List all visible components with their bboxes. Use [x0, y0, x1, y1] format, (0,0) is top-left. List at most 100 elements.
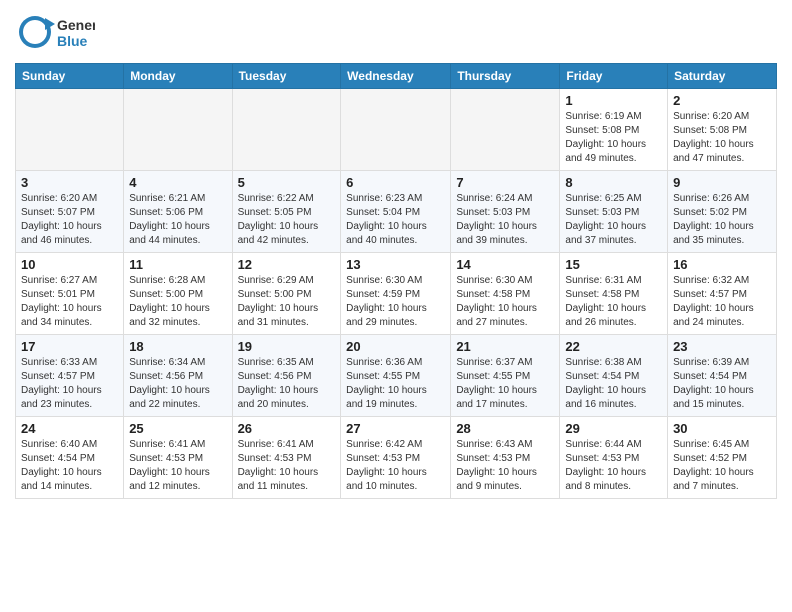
calendar-cell: 22Sunrise: 6:38 AM Sunset: 4:54 PM Dayli… — [560, 335, 668, 417]
calendar-week-5: 24 Sunrise: 6:40 AM Sunset: 4:54 PM Dayli… — [16, 417, 777, 499]
day-number: 5 — [238, 175, 336, 190]
calendar-cell — [124, 89, 232, 171]
day-info: Sunrise: 6:20 AM Sunset: 5:08 PM Dayligh… — [673, 110, 771, 166]
calendar-cell: 13 Sunrise: 6:30 AM Sunset: 4:59 PM Dayli… — [341, 253, 451, 335]
calendar-cell: 12Sunrise: 6:29 AM Sunset: 5:00 PM Dayli… — [232, 253, 341, 335]
calendar-cell: 28Sunrise: 6:43 AM Sunset: 4:53 PM Dayli… — [451, 417, 560, 499]
day-info: Sunrise: 6:22 AM Sunset: 5:05 PM Dayligh… — [238, 192, 336, 248]
calendar: SundayMondayTuesdayWednesdayThursdayFrid… — [15, 63, 777, 499]
day-info: Sunrise: 6:20 AM Sunset: 5:07 PM Dayligh… — [21, 192, 118, 248]
day-number: 17 — [21, 339, 118, 354]
calendar-cell: 17 Sunrise: 6:33 AM Sunset: 4:57 PM Dayli… — [16, 335, 124, 417]
calendar-cell: 3 Sunrise: 6:20 AM Sunset: 5:07 PM Daylig… — [16, 171, 124, 253]
day-info: Sunrise: 6:36 AM Sunset: 4:55 PM Dayligh… — [346, 356, 445, 412]
day-number: 4 — [129, 175, 226, 190]
calendar-cell — [341, 89, 451, 171]
calendar-cell: 21 Sunrise: 6:37 AM Sunset: 4:55 PM Dayli… — [451, 335, 560, 417]
calendar-cell: 16 Sunrise: 6:32 AM Sunset: 4:57 PM Dayli… — [668, 253, 777, 335]
calendar-cell: 11 Sunrise: 6:28 AM Sunset: 5:00 PM Dayli… — [124, 253, 232, 335]
calendar-cell: 9 Sunrise: 6:26 AM Sunset: 5:02 PM Daylig… — [668, 171, 777, 253]
calendar-cell: 19Sunrise: 6:35 AM Sunset: 4:56 PM Dayli… — [232, 335, 341, 417]
day-number: 21 — [456, 339, 554, 354]
day-info: Sunrise: 6:44 AM Sunset: 4:53 PM Dayligh… — [565, 438, 662, 494]
calendar-cell: 2 Sunrise: 6:20 AM Sunset: 5:08 PM Daylig… — [668, 89, 777, 171]
day-number: 3 — [21, 175, 118, 190]
calendar-cell: 26 Sunrise: 6:41 AM Sunset: 4:53 PM Dayli… — [232, 417, 341, 499]
day-number: 30 — [673, 421, 771, 436]
day-info: Sunrise: 6:37 AM Sunset: 4:55 PM Dayligh… — [456, 356, 554, 412]
day-info: Sunrise: 6:31 AM Sunset: 4:58 PM Dayligh… — [565, 274, 662, 330]
calendar-week-3: 10Sunrise: 6:27 AM Sunset: 5:01 PM Dayli… — [16, 253, 777, 335]
day-number: 14 — [456, 257, 554, 272]
day-number: 8 — [565, 175, 662, 190]
day-info: Sunrise: 6:27 AM Sunset: 5:01 PM Dayligh… — [21, 274, 118, 330]
day-number: 1 — [565, 93, 662, 108]
day-info: Sunrise: 6:24 AM Sunset: 5:03 PM Dayligh… — [456, 192, 554, 248]
day-info: Sunrise: 6:30 AM Sunset: 4:58 PM Dayligh… — [456, 274, 554, 330]
calendar-cell: 6 Sunrise: 6:23 AM Sunset: 5:04 PM Daylig… — [341, 171, 451, 253]
day-number: 11 — [129, 257, 226, 272]
day-info: Sunrise: 6:25 AM Sunset: 5:03 PM Dayligh… — [565, 192, 662, 248]
calendar-cell: 14 Sunrise: 6:30 AM Sunset: 4:58 PM Dayli… — [451, 253, 560, 335]
calendar-cell: 18 Sunrise: 6:34 AM Sunset: 4:56 PM Dayli… — [124, 335, 232, 417]
day-info: Sunrise: 6:21 AM Sunset: 5:06 PM Dayligh… — [129, 192, 226, 248]
day-number: 27 — [346, 421, 445, 436]
calendar-cell: 1Sunrise: 6:19 AM Sunset: 5:08 PM Daylig… — [560, 89, 668, 171]
day-number: 16 — [673, 257, 771, 272]
day-number: 2 — [673, 93, 771, 108]
weekday-header-row: SundayMondayTuesdayWednesdayThursdayFrid… — [16, 64, 777, 89]
weekday-header-tuesday: Tuesday — [232, 64, 341, 89]
svg-text:Blue: Blue — [57, 33, 88, 49]
calendar-cell: 15 Sunrise: 6:31 AM Sunset: 4:58 PM Dayli… — [560, 253, 668, 335]
calendar-cell: 10Sunrise: 6:27 AM Sunset: 5:01 PM Dayli… — [16, 253, 124, 335]
day-info: Sunrise: 6:33 AM Sunset: 4:57 PM Dayligh… — [21, 356, 118, 412]
day-info: Sunrise: 6:41 AM Sunset: 4:53 PM Dayligh… — [238, 438, 336, 494]
day-info: Sunrise: 6:41 AM Sunset: 4:53 PM Dayligh… — [129, 438, 226, 494]
day-number: 24 — [21, 421, 118, 436]
day-info: Sunrise: 6:23 AM Sunset: 5:04 PM Dayligh… — [346, 192, 445, 248]
day-number: 7 — [456, 175, 554, 190]
calendar-cell: 29 Sunrise: 6:44 AM Sunset: 4:53 PM Dayli… — [560, 417, 668, 499]
weekday-header-friday: Friday — [560, 64, 668, 89]
day-info: Sunrise: 6:34 AM Sunset: 4:56 PM Dayligh… — [129, 356, 226, 412]
day-number: 29 — [565, 421, 662, 436]
day-info: Sunrise: 6:42 AM Sunset: 4:53 PM Dayligh… — [346, 438, 445, 494]
logo-area: GeneralBlue — [15, 10, 95, 55]
day-info: Sunrise: 6:40 AM Sunset: 4:54 PM Dayligh… — [21, 438, 118, 494]
svg-text:General: General — [57, 17, 95, 33]
day-info: Sunrise: 6:32 AM Sunset: 4:57 PM Dayligh… — [673, 274, 771, 330]
day-info: Sunrise: 6:39 AM Sunset: 4:54 PM Dayligh… — [673, 356, 771, 412]
day-info: Sunrise: 6:26 AM Sunset: 5:02 PM Dayligh… — [673, 192, 771, 248]
day-number: 23 — [673, 339, 771, 354]
day-number: 18 — [129, 339, 226, 354]
calendar-cell: 5 Sunrise: 6:22 AM Sunset: 5:05 PM Daylig… — [232, 171, 341, 253]
page: GeneralBlue SundayMondayTuesdayWednesday… — [0, 0, 792, 514]
weekday-header-sunday: Sunday — [16, 64, 124, 89]
calendar-cell: 24 Sunrise: 6:40 AM Sunset: 4:54 PM Dayli… — [16, 417, 124, 499]
day-number: 9 — [673, 175, 771, 190]
calendar-cell — [232, 89, 341, 171]
day-info: Sunrise: 6:35 AM Sunset: 4:56 PM Dayligh… — [238, 356, 336, 412]
weekday-header-saturday: Saturday — [668, 64, 777, 89]
day-info: Sunrise: 6:30 AM Sunset: 4:59 PM Dayligh… — [346, 274, 445, 330]
weekday-header-wednesday: Wednesday — [341, 64, 451, 89]
day-number: 26 — [238, 421, 336, 436]
day-number: 15 — [565, 257, 662, 272]
calendar-week-2: 3 Sunrise: 6:20 AM Sunset: 5:07 PM Daylig… — [16, 171, 777, 253]
day-number: 22 — [565, 339, 662, 354]
day-info: Sunrise: 6:28 AM Sunset: 5:00 PM Dayligh… — [129, 274, 226, 330]
header: GeneralBlue — [15, 10, 777, 55]
calendar-cell — [16, 89, 124, 171]
calendar-cell: 25 Sunrise: 6:41 AM Sunset: 4:53 PM Dayli… — [124, 417, 232, 499]
calendar-cell: 8 Sunrise: 6:25 AM Sunset: 5:03 PM Daylig… — [560, 171, 668, 253]
day-number: 13 — [346, 257, 445, 272]
day-number: 6 — [346, 175, 445, 190]
day-number: 28 — [456, 421, 554, 436]
day-info: Sunrise: 6:29 AM Sunset: 5:00 PM Dayligh… — [238, 274, 336, 330]
day-number: 25 — [129, 421, 226, 436]
calendar-cell: 30Sunrise: 6:45 AM Sunset: 4:52 PM Dayli… — [668, 417, 777, 499]
logo-svg: GeneralBlue — [15, 10, 95, 55]
weekday-header-thursday: Thursday — [451, 64, 560, 89]
calendar-cell: 27 Sunrise: 6:42 AM Sunset: 4:53 PM Dayli… — [341, 417, 451, 499]
calendar-week-4: 17 Sunrise: 6:33 AM Sunset: 4:57 PM Dayli… — [16, 335, 777, 417]
